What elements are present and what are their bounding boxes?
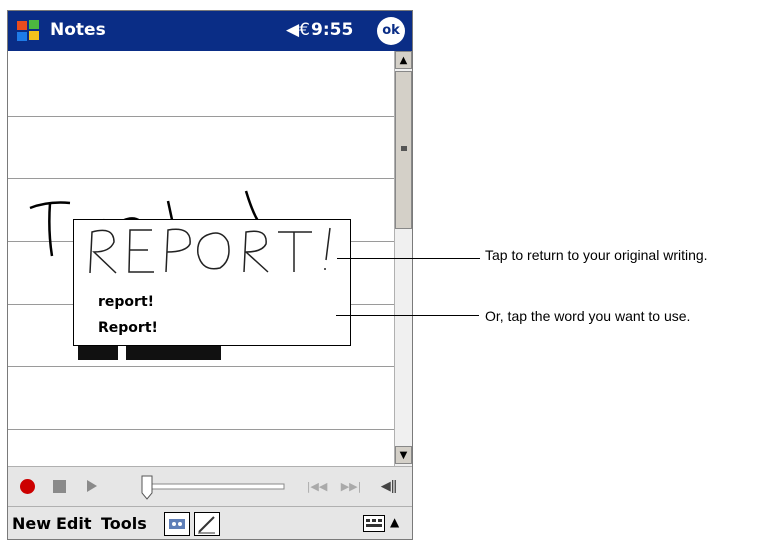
scrollbar-grip [401,146,407,151]
speaker-volume-icon[interactable]: ◀ǁ [376,473,402,499]
callout-line [337,258,480,259]
callout-text-second: Or, tap the word you want to use. [485,308,691,324]
clock-time[interactable]: 9:55 [311,20,353,40]
app-title: Notes [50,20,106,40]
menu-new[interactable]: New [12,514,51,533]
ink-blot [126,346,221,360]
scroll-down-arrow-icon[interactable]: ▼ [395,446,412,464]
windows-start-icon[interactable] [14,17,42,45]
menu-tools[interactable]: Tools [101,514,147,533]
alternate-word-option[interactable]: Report! [98,320,158,336]
scroll-up-arrow-icon[interactable]: ▲ [395,51,412,69]
pen-icon[interactable] [194,512,220,536]
scrollbar-thumb[interactable] [395,71,412,229]
speaker-icon[interactable]: ◀€ [286,20,310,40]
volume-slider[interactable] [140,473,290,501]
menu-edit[interactable]: Edit [56,514,92,533]
recording-toolbar: |◀◀ ▶▶| ◀ǁ [8,466,412,506]
keyboard-icon[interactable] [363,515,385,532]
stop-icon[interactable] [46,473,72,499]
original-writing-ink[interactable] [74,220,352,280]
pocketpc-device-screen: Notes ◀€ 9:55 ok ▲ ▼ report! Report! |◀◀… [7,10,413,540]
alternate-word-option[interactable]: report! [98,294,154,310]
title-bar: Notes ◀€ 9:55 ok [8,11,412,51]
recording-tape-icon[interactable] [164,512,190,536]
callout-line [336,315,479,316]
input-selector-arrow-icon[interactable]: ▲ [390,515,399,529]
command-bar: New Edit Tools ▲ [8,506,412,539]
skip-forward-icon[interactable]: ▶▶| [338,473,364,499]
ink-blot [78,346,118,360]
callout-text-first: Tap to return to your original writing. [485,247,708,263]
record-icon[interactable] [14,473,40,499]
skip-back-icon[interactable]: |◀◀ [304,473,330,499]
play-icon[interactable] [78,473,104,499]
ok-button[interactable]: ok [377,17,405,45]
alternates-popup: report! Report! [73,219,351,346]
